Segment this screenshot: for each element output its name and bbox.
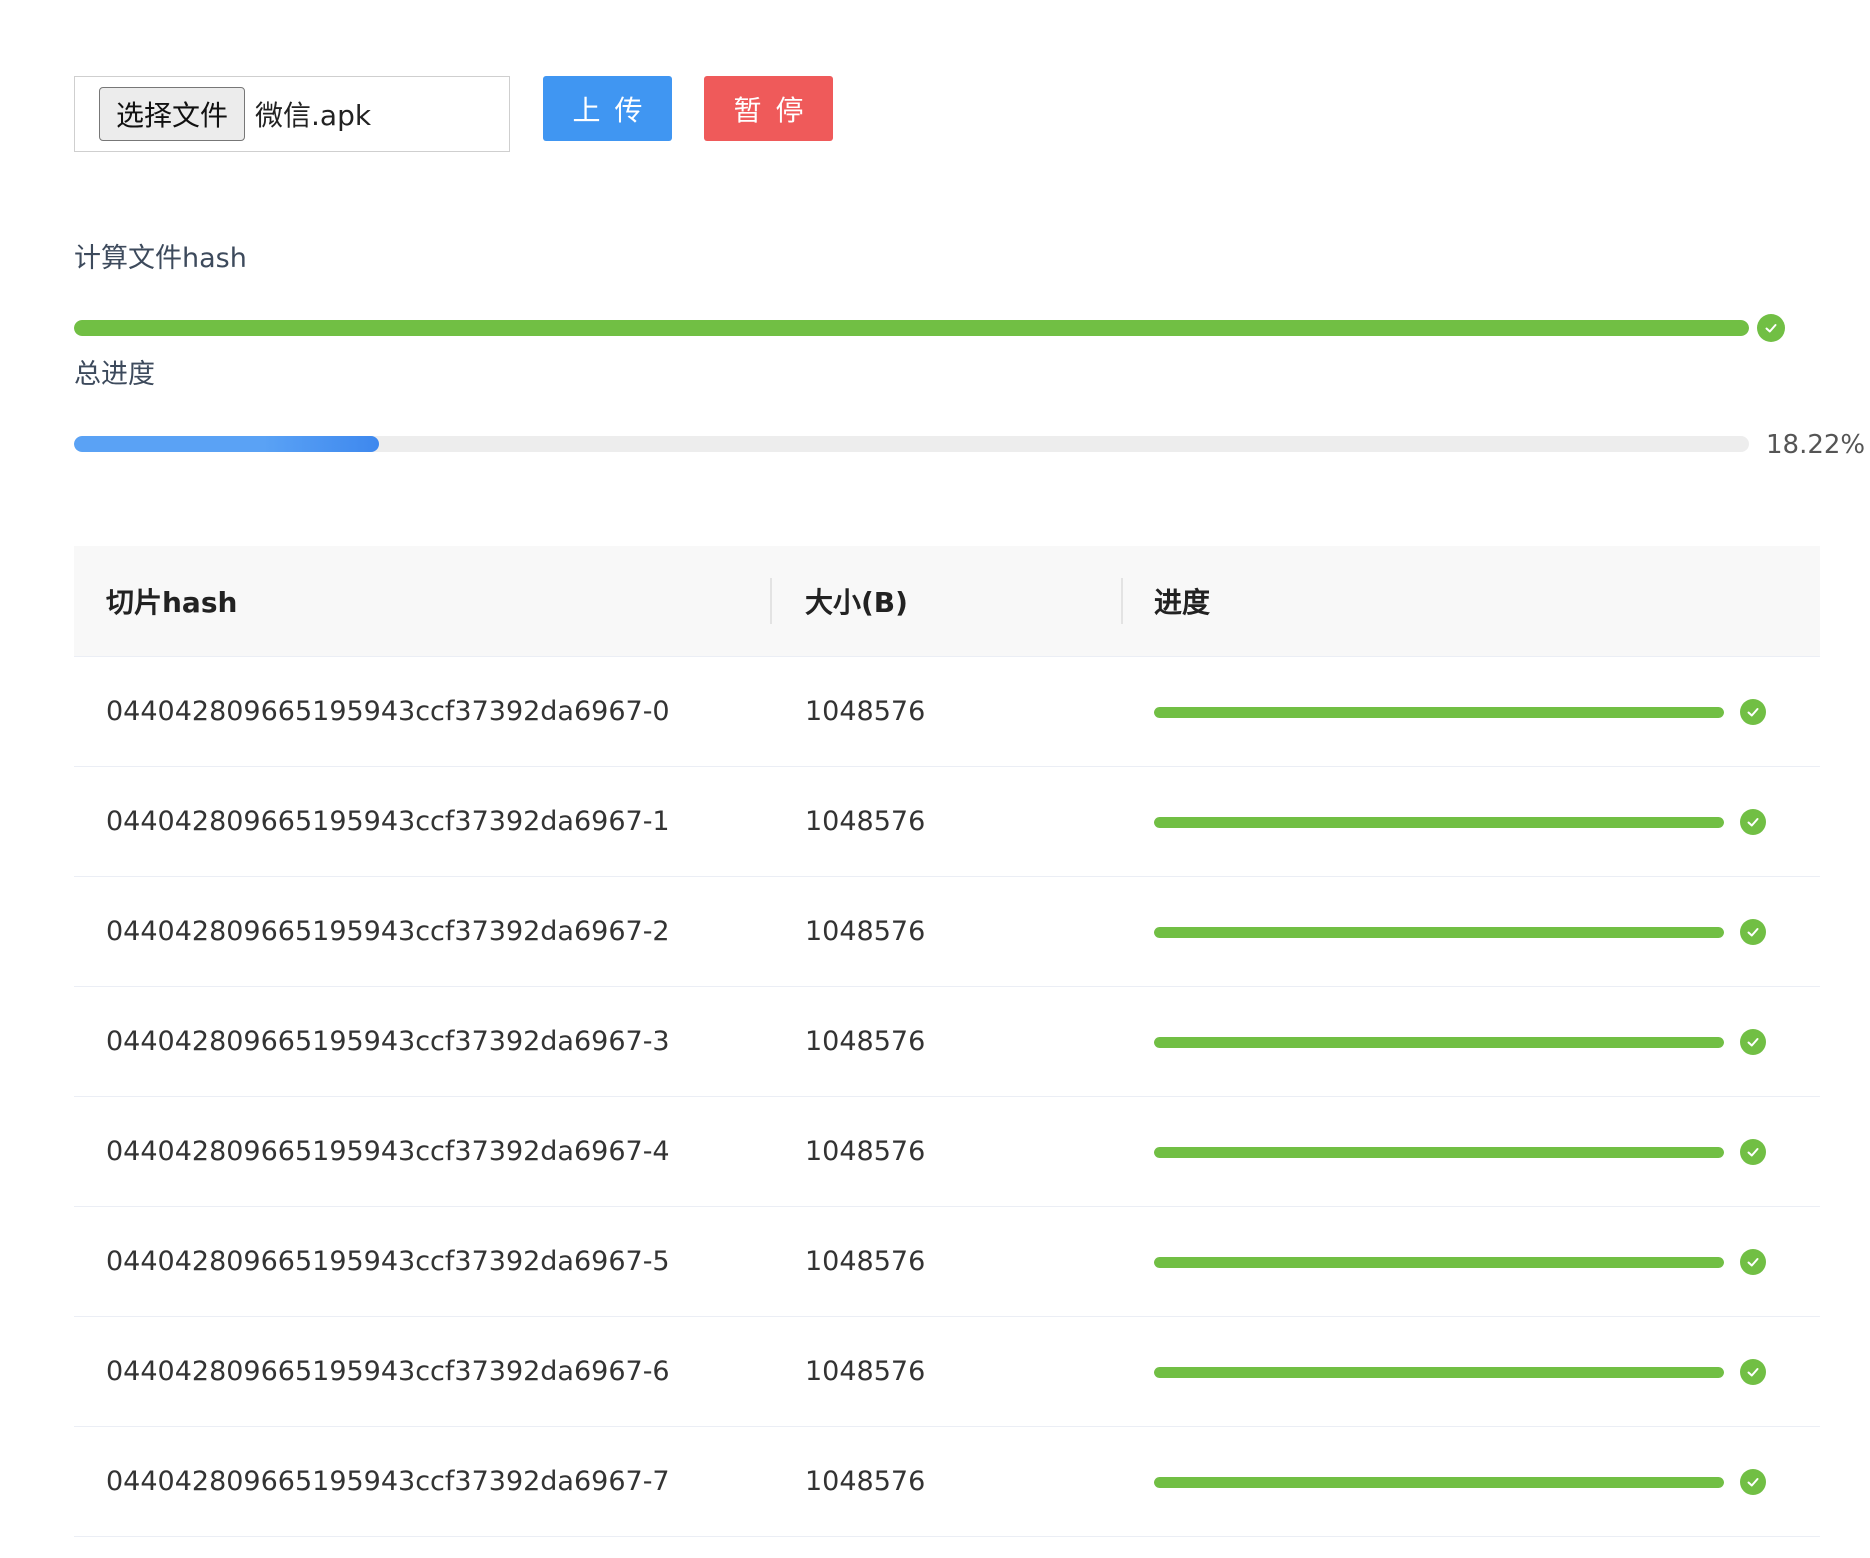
chunk-progress-fill [1154,707,1724,718]
header-divider [1121,578,1123,624]
chunk-hash: 044042809665195943ccf37392da6967-0 [106,696,670,727]
table-row: 044042809665195943ccf37392da6967-3 10485… [74,987,1820,1097]
header-size: 大小(B) [805,586,908,619]
chunk-hash: 044042809665195943ccf37392da6967-1 [106,806,670,837]
chunk-size: 1048576 [805,696,926,727]
chunk-complete-check-icon [1740,1029,1766,1055]
table-row: 044042809665195943ccf37392da6967-4 10485… [74,1097,1820,1207]
chunk-progress-bar [1154,927,1724,938]
chunk-size: 1048576 [805,806,926,837]
total-progress-percent: 18.22% [1766,430,1866,460]
hash-complete-check-icon [1757,314,1785,342]
chunk-progress-fill [1154,1147,1724,1158]
chunk-size: 1048576 [805,1246,926,1277]
chunk-progress-fill [1154,1257,1724,1268]
table-row: 044042809665195943ccf37392da6967-1 10485… [74,767,1820,877]
chunk-progress-bar [1154,817,1724,828]
chunk-progress-fill [1154,1477,1724,1488]
chunk-progress-bar [1154,1477,1724,1488]
choose-file-button[interactable]: 选择文件 [99,87,246,141]
chunk-hash: 044042809665195943ccf37392da6967-7 [106,1466,670,1497]
chunk-progress-fill [1154,1367,1724,1378]
chunk-progress-bar [1154,1367,1724,1378]
chunk-hash: 044042809665195943ccf37392da6967-5 [106,1246,670,1277]
chunk-hash: 044042809665195943ccf37392da6967-2 [106,916,670,947]
table-row: 044042809665195943ccf37392da6967-0 10485… [74,657,1820,767]
header-hash: 切片hash [106,586,238,619]
chunk-progress-bar [1154,1147,1724,1158]
selected-file-name: 微信.apk [255,99,372,132]
chunk-progress-fill [1154,927,1724,938]
chunk-complete-check-icon [1740,699,1766,725]
chunk-hash: 044042809665195943ccf37392da6967-4 [106,1136,670,1167]
chunk-size: 1048576 [805,1026,926,1057]
chunk-complete-check-icon [1740,809,1766,835]
header-divider [770,578,772,624]
table-row: 044042809665195943ccf37392da6967-7 10485… [74,1427,1820,1537]
upload-button[interactable]: 上传 [543,76,672,141]
total-progress-bar [74,436,1749,452]
total-progress-fill [74,436,380,452]
file-input[interactable]: 选择文件 微信.apk [74,76,510,152]
chunk-table: 切片hash 大小(B) 进度 044042809665195943ccf373… [74,546,1820,1537]
hash-progress-label: 计算文件hash [74,243,247,274]
chunk-progress-fill [1154,817,1724,828]
chunk-progress-fill [1154,1037,1724,1048]
table-body: 044042809665195943ccf37392da6967-0 10485… [74,657,1820,1537]
hash-progress-fill [74,320,1749,336]
chunk-size: 1048576 [805,1466,926,1497]
chunk-size: 1048576 [805,1136,926,1167]
header-progress: 进度 [1154,586,1211,619]
chunk-progress-bar [1154,1037,1724,1048]
table-row: 044042809665195943ccf37392da6967-6 10485… [74,1317,1820,1427]
hash-progress-bar [74,320,1749,336]
chunk-size: 1048576 [805,916,926,947]
chunk-complete-check-icon [1740,1359,1766,1385]
chunk-hash: 044042809665195943ccf37392da6967-6 [106,1356,670,1387]
table-header: 切片hash 大小(B) 进度 [74,546,1820,657]
chunk-progress-bar [1154,707,1724,718]
chunk-complete-check-icon [1740,1469,1766,1495]
chunk-size: 1048576 [805,1356,926,1387]
pause-button[interactable]: 暂停 [704,76,833,141]
table-row: 044042809665195943ccf37392da6967-2 10485… [74,877,1820,987]
chunk-complete-check-icon [1740,1249,1766,1275]
table-row: 044042809665195943ccf37392da6967-5 10485… [74,1207,1820,1317]
chunk-complete-check-icon [1740,919,1766,945]
total-progress-label: 总进度 [74,359,155,390]
chunk-complete-check-icon [1740,1139,1766,1165]
chunk-progress-bar [1154,1257,1724,1268]
chunk-hash: 044042809665195943ccf37392da6967-3 [106,1026,670,1057]
